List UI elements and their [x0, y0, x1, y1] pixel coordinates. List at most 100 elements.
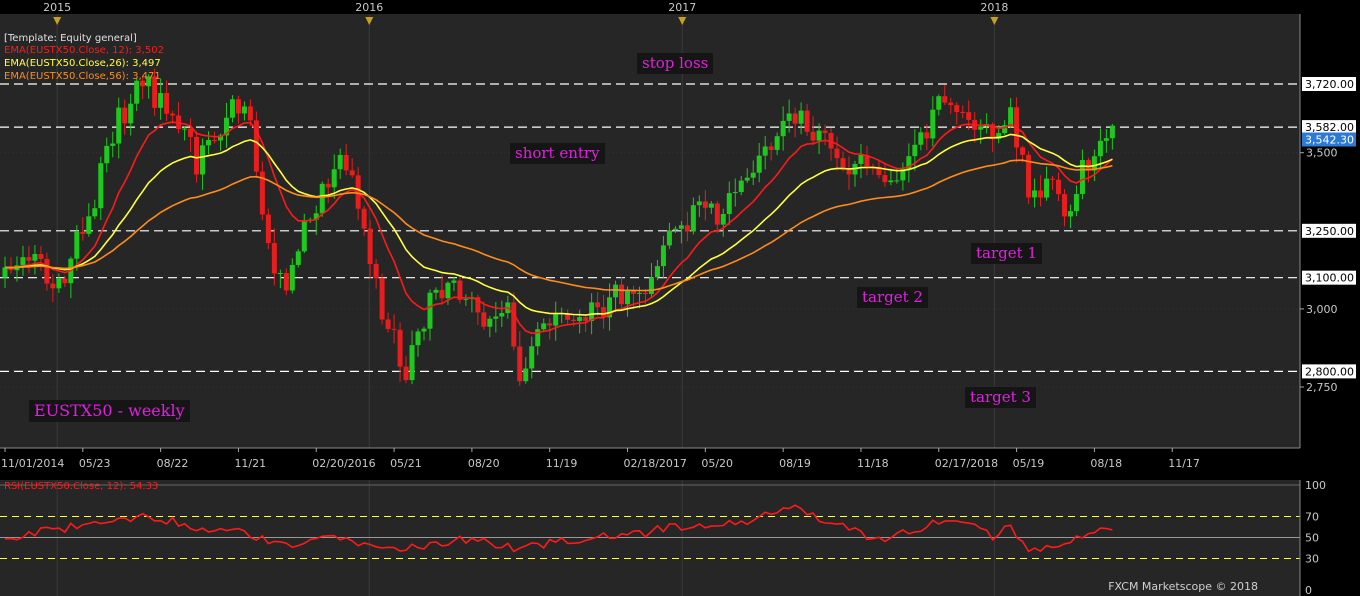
candle-body — [2, 267, 8, 278]
candle-body — [816, 130, 822, 141]
price-tick-label: 3,500 — [1306, 147, 1338, 160]
price-tick-label: 2,750 — [1306, 381, 1338, 394]
annotation-short-entry[interactable]: short entry — [510, 143, 605, 164]
candle-body — [98, 163, 104, 209]
candle-body — [86, 216, 92, 234]
candle-body — [846, 169, 852, 175]
legend-ema56: EMA(EUSTX50.Close,56): 3,471 — [4, 71, 161, 82]
candle-body — [660, 245, 666, 267]
candle-body — [415, 331, 421, 346]
rsi-axis-label: 70 — [1305, 511, 1319, 524]
annotation-stop-loss[interactable]: stop loss — [637, 53, 714, 74]
candle-body — [792, 113, 798, 124]
candle-body — [439, 289, 445, 299]
candle-body — [116, 107, 122, 144]
chart-area[interactable]: 3,500 3,000 2,750 3,720.00 3,582.00 3,250.00 3… — [0, 0, 1360, 596]
candle-body — [32, 254, 38, 261]
candle-body — [541, 323, 547, 330]
candle-body — [200, 145, 206, 175]
candle-body — [720, 214, 726, 225]
candle-body — [774, 136, 780, 150]
year-label: 2018 — [980, 1, 1008, 14]
candle-body — [182, 128, 188, 130]
candle-body — [62, 278, 68, 284]
annotation-target-1[interactable]: target 1 — [971, 243, 1042, 264]
annotation-target-3[interactable]: target 3 — [965, 387, 1036, 408]
candle-body — [50, 283, 56, 289]
candle-body — [625, 290, 631, 305]
candle-body — [523, 368, 529, 382]
candle-body — [613, 284, 619, 298]
rsi-axis-label: 100 — [1305, 479, 1326, 492]
candle-body — [1055, 179, 1061, 195]
candle-body — [194, 136, 200, 175]
legend-ema12: EMA(EUSTX50.Close, 12): 3,502 — [4, 45, 164, 56]
candle-body — [391, 328, 397, 330]
level-price-label: 2,800.00 — [1305, 365, 1354, 378]
candle-body — [894, 180, 900, 182]
candle-body — [122, 107, 128, 124]
price-tick-label: 3,000 — [1306, 303, 1338, 316]
candle-body — [636, 292, 642, 294]
candle-body — [164, 93, 170, 114]
candle-body — [690, 205, 696, 232]
candle-body — [301, 219, 307, 252]
candle-body — [936, 96, 942, 110]
candle-body — [26, 257, 32, 261]
candle-body — [445, 282, 451, 299]
candle-body — [529, 346, 535, 369]
candle-body — [481, 312, 487, 327]
candle-body — [978, 126, 984, 130]
candle-body — [768, 146, 774, 150]
rsi-axis-label: 50 — [1305, 532, 1319, 545]
candle-body — [858, 154, 864, 164]
candle-body — [553, 313, 559, 326]
annotation-target-2[interactable]: target 2 — [857, 287, 928, 308]
candle-body — [421, 328, 427, 332]
price-axis: 3,500 3,000 2,750 3,720.00 3,582.00 3,250.00 3… — [1299, 14, 1356, 448]
candle-body — [134, 80, 140, 104]
candle-body — [235, 99, 241, 114]
candle-body — [403, 366, 409, 381]
candle-body — [92, 208, 98, 217]
candle-body — [373, 264, 379, 279]
candle-body — [912, 144, 918, 157]
candle-body — [409, 345, 415, 381]
candle-body — [349, 170, 355, 176]
date-tick-label: 08/18 — [1090, 457, 1122, 470]
candle-body — [571, 319, 577, 322]
candle-body — [206, 140, 212, 146]
date-tick-label: 11/18 — [857, 457, 889, 470]
candle-body — [948, 102, 954, 106]
candle-body — [762, 146, 768, 156]
candle-body — [1097, 140, 1103, 157]
candle-body — [708, 203, 714, 208]
date-tick-label: 05/23 — [79, 457, 111, 470]
candle-body — [954, 105, 960, 112]
candle-body — [726, 193, 732, 215]
candle-body — [1067, 211, 1073, 217]
rsi-axis-label: 30 — [1305, 553, 1319, 566]
current-price-label: 3,542.30 — [1305, 134, 1354, 147]
candle-body — [104, 145, 110, 164]
candle-body — [277, 273, 283, 275]
candle-body — [648, 277, 654, 295]
candle-body — [289, 264, 295, 291]
candle-body — [619, 284, 625, 305]
candle-body — [44, 258, 50, 284]
date-tick-label: 08/19 — [779, 457, 811, 470]
candle-body — [38, 254, 44, 259]
date-tick-label: 08/20 — [468, 457, 500, 470]
level-price-label: 3,720.00 — [1305, 78, 1354, 91]
candle-body — [74, 231, 80, 259]
candle-body — [960, 111, 966, 113]
candle-body — [666, 230, 672, 246]
candle-body — [654, 266, 660, 278]
candle-body — [798, 110, 804, 124]
level-price-label: 3,100.00 — [1305, 272, 1354, 285]
candle-body — [882, 175, 888, 183]
rsi-axis-label: 0 — [1305, 584, 1312, 596]
candle-body — [188, 128, 194, 137]
candle-body — [678, 225, 684, 229]
candle-body — [433, 289, 439, 293]
